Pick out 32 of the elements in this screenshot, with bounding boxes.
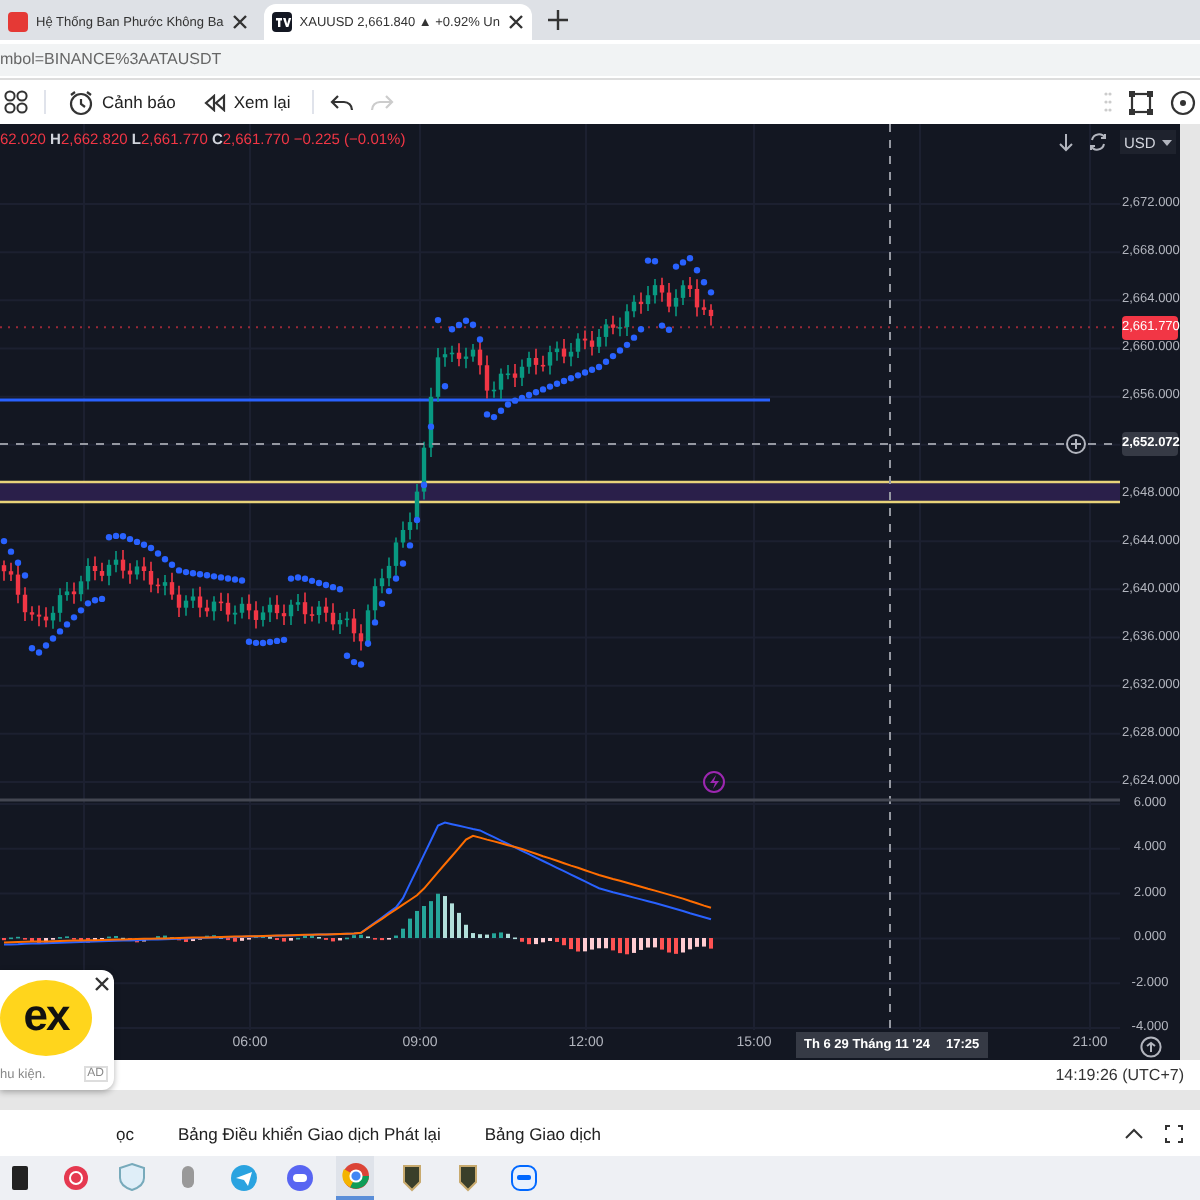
close-icon[interactable]	[94, 976, 110, 992]
browser-icon[interactable]	[339, 1158, 371, 1194]
panel-tab[interactable]: ọc	[116, 1123, 134, 1143]
close-icon[interactable]	[231, 14, 248, 30]
paper-plane-icon[interactable]	[227, 1160, 259, 1196]
circle-icon[interactable]	[59, 1160, 91, 1196]
caret-icon	[1162, 139, 1172, 145]
refresh-icon[interactable]	[1088, 132, 1108, 152]
down-arrow-icon[interactable]	[1056, 132, 1076, 152]
alert-button[interactable]: Cảnh báo	[62, 85, 182, 119]
chevron-up-icon[interactable]	[1124, 1127, 1144, 1139]
ad-logo[interactable]: ex	[0, 980, 92, 1056]
panel-tab[interactable]: Bảng Giao dịch	[484, 1123, 601, 1143]
price-zone[interactable]	[0, 480, 1120, 504]
rectangle-icon[interactable]	[1128, 89, 1154, 115]
rewind-icon	[203, 93, 226, 111]
fullscreen-icon[interactable]	[1164, 1123, 1184, 1143]
grid-icon[interactable]	[4, 90, 28, 114]
alarm-clock-icon	[68, 89, 94, 115]
lightning-icon[interactable]	[703, 771, 725, 793]
address-field[interactable]: mbol=BINANCE%3AATAUSDT	[0, 43, 1200, 75]
clock-text: 14:19:26 (UTC+7)	[1055, 1066, 1184, 1084]
logo-icon	[271, 12, 292, 32]
undo-icon[interactable]	[330, 93, 355, 111]
chat-icon[interactable]	[507, 1160, 539, 1196]
close-icon[interactable]	[507, 14, 524, 30]
new-tab-icon[interactable]	[547, 10, 568, 30]
replay-button[interactable]: Xem lại	[197, 88, 297, 116]
panel-tab[interactable]: Bảng Điều khiển Giao dịch Phát lại	[177, 1123, 441, 1143]
favicon-icon	[8, 12, 28, 32]
target-icon[interactable]	[1170, 89, 1196, 115]
add-icon[interactable]	[1066, 434, 1086, 454]
